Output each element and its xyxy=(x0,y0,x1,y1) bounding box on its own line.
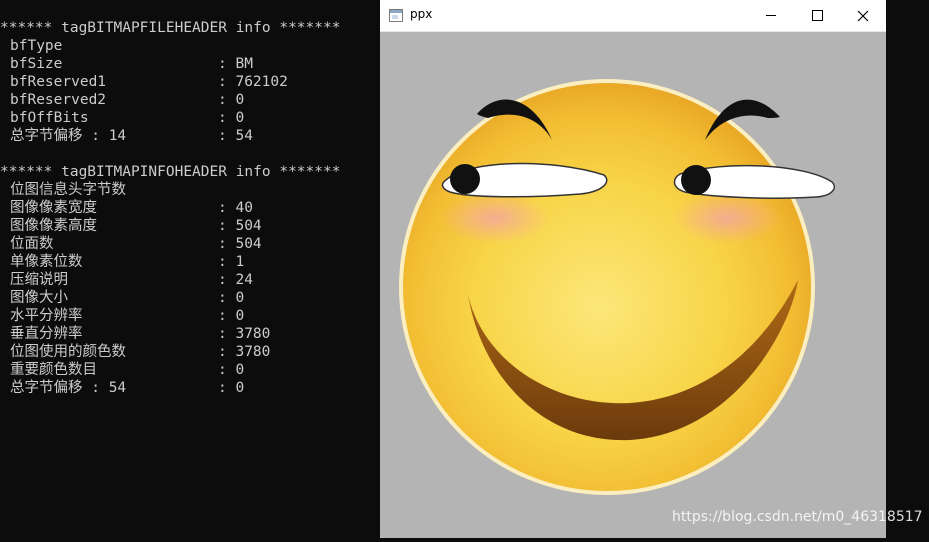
image-canvas xyxy=(380,32,886,538)
console-row: 水平分辨率 : 3780 xyxy=(0,289,270,342)
field-value: : BM xyxy=(218,56,253,72)
console-row: 图像大小 : 0 xyxy=(0,271,244,324)
maximize-icon xyxy=(811,10,823,21)
console-row: 位图信息头字节数 : 40 xyxy=(0,163,253,216)
close-button[interactable] xyxy=(840,0,886,31)
console-row: bfOffBits : 54 xyxy=(0,91,253,144)
console-row: 图像像素宽度 : 504 xyxy=(0,181,262,234)
console-row: 单像素位数 : 24 xyxy=(0,235,253,288)
info-header-total: 总字节偏移 : 54 xyxy=(10,380,127,396)
field-value: : 0 xyxy=(218,380,245,396)
ppx-window: ppx xyxy=(380,0,886,538)
console-row: bfReserved1 : 0 xyxy=(0,55,244,108)
field-value: : 0 xyxy=(218,308,245,324)
info-header-banner: ****** tagBITMAPINFOHEADER info ******* xyxy=(0,164,341,180)
field-value: : 3780 xyxy=(218,326,271,342)
field-value: : 504 xyxy=(218,236,262,252)
console-row: 图像像素高度 : 504 xyxy=(0,199,262,252)
minimize-button[interactable] xyxy=(748,0,794,31)
file-header-banner: ****** tagBITMAPFILEHEADER info ******* xyxy=(0,20,341,36)
watermark-text: https://blog.csdn.net/m0_46318517 xyxy=(672,509,923,525)
field-value: : 504 xyxy=(218,218,262,234)
console-row: 重要颜色数目 : 0 xyxy=(0,343,244,396)
console-row: 垂直分辨率 : 3780 xyxy=(0,307,270,360)
field-value: : 762102 xyxy=(218,74,288,90)
console-row: bfReserved2 : 0 xyxy=(0,73,244,126)
left-blush xyxy=(440,192,550,244)
minimize-icon xyxy=(766,15,776,16)
field-value: : 0 xyxy=(218,110,245,126)
console-row: 位面数 : 1 xyxy=(0,217,244,270)
left-pupil xyxy=(450,164,480,194)
close-icon xyxy=(857,10,869,21)
field-value: : 40 xyxy=(218,200,253,216)
right-pupil xyxy=(681,165,711,195)
field-value: : 0 xyxy=(218,92,245,108)
app-window-icon xyxy=(389,9,403,22)
file-header-total: 总字节偏移 : 14 xyxy=(10,128,127,144)
maximize-button[interactable] xyxy=(794,0,840,31)
window-titlebar[interactable]: ppx xyxy=(380,0,886,32)
console-row: bfSize : 762102 xyxy=(0,37,288,90)
console-row: 压缩说明 : 0 xyxy=(0,253,244,306)
window-title: ppx xyxy=(410,7,433,21)
console-row: bfType : BM xyxy=(0,19,253,72)
field-value: : 54 xyxy=(218,128,253,144)
console-output: ****** tagBITMAPFILEHEADER info ******* … xyxy=(0,0,380,538)
field-value: : 0 xyxy=(218,362,245,378)
right-blush xyxy=(672,192,782,244)
smiley-face-image xyxy=(399,79,836,495)
field-value: : 1 xyxy=(218,254,245,270)
console-row: 位图使用的颜色数 : 0 xyxy=(0,325,244,378)
field-value: : 3780 xyxy=(218,344,271,360)
field-value: : 0 xyxy=(218,290,245,306)
field-value: : 24 xyxy=(218,272,253,288)
